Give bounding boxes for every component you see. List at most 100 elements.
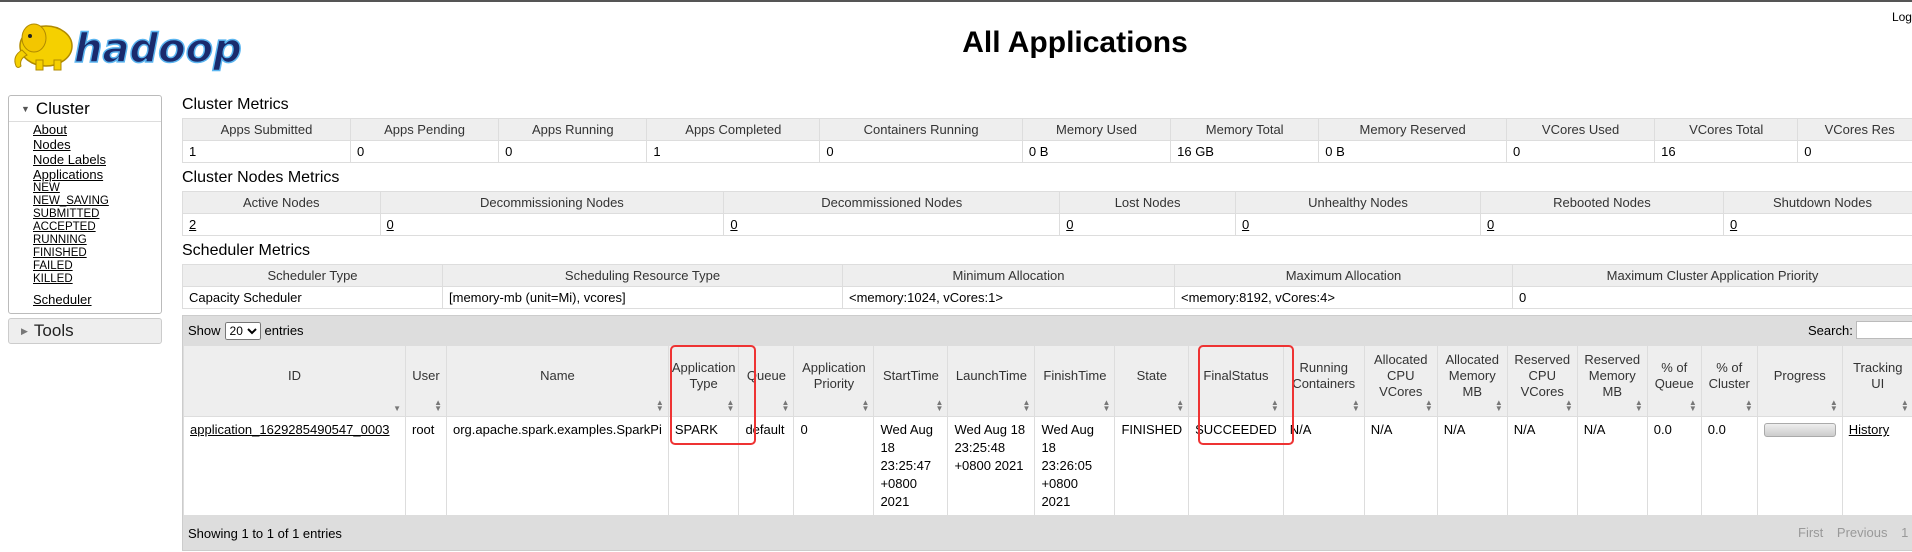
metric-value: 16 GB: [1170, 140, 1320, 163]
column-header-id[interactable]: ID ▼: [183, 345, 406, 417]
column-header-application-type[interactable]: Application Type ▲ ▼: [667, 345, 740, 417]
launch-time-cell: Wed Aug 18 23:25:48 +0800 2021: [947, 416, 1036, 516]
nav-node-labels-link[interactable]: Node Labels: [33, 152, 106, 167]
metric-header: Maximum Allocation: [1174, 264, 1513, 287]
nav-state-finished-link[interactable]: FINISHED: [33, 247, 87, 259]
unhealthy-nodes-link[interactable]: 0: [1242, 217, 1249, 232]
sort-icon: ▲ ▼: [434, 398, 442, 413]
rebooted-nodes-link[interactable]: 0: [1487, 217, 1494, 232]
shutdown-nodes-link[interactable]: 0: [1730, 217, 1737, 232]
nav-state-accepted-link[interactable]: ACCEPTED: [33, 221, 96, 233]
metric-header: Decommissioned Nodes: [723, 191, 1061, 214]
scheduler-metrics-header-row: Scheduler Type Scheduling Resource Type …: [182, 264, 1912, 287]
progress-cell: [1756, 416, 1843, 516]
metric-value: 0: [1797, 140, 1912, 163]
column-header-finish-time[interactable]: FinishTime ▲ ▼: [1034, 345, 1116, 417]
metric-header: Apps Pending: [349, 118, 500, 141]
cluster-metrics-title: Cluster Metrics: [182, 96, 289, 113]
metric-header: Containers Running: [819, 118, 1023, 141]
metric-header: Scheduling Resource Type: [442, 264, 843, 287]
start-time-cell: Wed Aug 18 23:25:47 +0800 2021: [873, 416, 949, 516]
name-cell: org.apache.spark.examples.SparkPi: [446, 416, 669, 516]
nav-nodes-link[interactable]: Nodes: [33, 137, 71, 152]
sort-icon: ▲ ▼: [1634, 398, 1643, 413]
nav-about-link[interactable]: About: [33, 122, 67, 137]
search-area: Search:: [1808, 321, 1912, 339]
pagination: First Previous 1 N: [1788, 525, 1912, 540]
active-nodes-link[interactable]: 2: [189, 217, 196, 232]
column-header-state[interactable]: State ▲ ▼: [1114, 345, 1190, 417]
finish-time-cell: Wed Aug 18 23:26:05 +0800 2021: [1034, 416, 1116, 516]
column-header-running-containers[interactable]: Running Containers ▲ ▼: [1282, 345, 1365, 417]
application-id-link[interactable]: application_1629285490547_0003: [190, 422, 390, 437]
allocated-memory-cell: N/A: [1436, 416, 1508, 516]
sort-icon: ▲ ▼: [1688, 398, 1697, 413]
nav-applications-link[interactable]: Applications: [33, 167, 103, 182]
pager-previous[interactable]: Previous: [1837, 525, 1888, 540]
metric-value: 0 B: [1021, 140, 1172, 163]
metric-header: Apps Submitted: [182, 118, 351, 141]
column-header-launch-time[interactable]: LaunchTime ▲ ▼: [947, 345, 1036, 417]
metric-header: Memory Total: [1170, 118, 1320, 141]
page-size-select[interactable]: 20: [224, 321, 261, 340]
metric-value: 0: [819, 140, 1023, 163]
column-header-allocated-cpu-vcores[interactable]: Allocated CPU VCores ▲ ▼: [1363, 345, 1438, 417]
lost-nodes-link[interactable]: 0: [1066, 217, 1073, 232]
cluster-header[interactable]: ▼ Cluster: [9, 96, 161, 122]
decommissioning-nodes-link[interactable]: 0: [387, 217, 394, 232]
column-header-user[interactable]: User ▲ ▼: [405, 345, 447, 417]
tracking-history-link[interactable]: History: [1849, 422, 1889, 437]
nav-scheduler-link[interactable]: Scheduler: [33, 292, 92, 307]
nav-state-new-saving-link[interactable]: NEW_SAVING: [33, 195, 109, 207]
table-info: Showing 1 to 1 of 1 entries: [188, 525, 342, 541]
app-state-links: NEW NEW_SAVING SUBMITTED ACCEPTED RUNNIN…: [9, 182, 161, 286]
column-header-pct-cluster[interactable]: % of Cluster ▲ ▼: [1700, 345, 1758, 417]
tools-label: Tools: [33, 321, 74, 340]
tools-menu[interactable]: ▶ Tools: [8, 318, 162, 344]
column-header-progress[interactable]: Progress ▲ ▼: [1756, 345, 1843, 417]
search-input[interactable]: [1855, 321, 1912, 339]
column-header-final-status[interactable]: FinalStatus ▲ ▼: [1188, 345, 1284, 417]
nav-state-new-link[interactable]: NEW: [33, 182, 60, 194]
top-border: [0, 0, 1912, 2]
table-footer: Showing 1 to 1 of 1 entries First Previo…: [183, 516, 1912, 550]
metric-header: Scheduler Type: [182, 264, 443, 287]
scheduler-metrics-table: Scheduler Type Scheduling Resource Type …: [182, 264, 1912, 309]
metric-header: Apps Running: [498, 118, 648, 141]
scheduler-metrics-title: Scheduler Metrics: [182, 242, 311, 259]
metric-header: VCores Res: [1797, 118, 1912, 141]
applications-table: ID ▼ User ▲ ▼ Name ▲ ▼ Application Type ▲ ▼ Que…: [183, 345, 1912, 516]
column-header-reserved-memory-mb[interactable]: Reserved Memory MB ▲ ▼: [1576, 345, 1648, 417]
pct-cluster-cell: 0.0: [1700, 416, 1758, 516]
logged-in-label: Logged: [1891, 10, 1912, 24]
column-header-reserved-cpu-vcores[interactable]: Reserved CPU VCores ▲ ▼: [1506, 345, 1578, 417]
sort-icon: ▲ ▼: [935, 398, 944, 413]
nav-state-submitted-link[interactable]: SUBMITTED: [33, 208, 99, 220]
nav-state-failed-link[interactable]: FAILED: [33, 260, 73, 272]
node-metrics-header-row: Active Nodes Decommissioning Nodes Decom…: [182, 191, 1912, 214]
metric-value: 0: [349, 140, 500, 163]
nav-state-running-link[interactable]: RUNNING: [33, 234, 87, 246]
metric-header: Minimum Allocation: [842, 264, 1175, 287]
metric-header: Memory Used: [1021, 118, 1172, 141]
column-header-pct-queue[interactable]: % of Queue ▲ ▼: [1646, 345, 1702, 417]
column-header-tracking-ui[interactable]: Tracking UI ▲ ▼: [1841, 345, 1912, 417]
user-cell: root: [405, 416, 447, 516]
decommissioned-nodes-link[interactable]: 0: [730, 217, 737, 232]
column-header-start-time[interactable]: StartTime ▲ ▼: [873, 345, 949, 417]
queue-cell: default: [738, 416, 795, 516]
column-header-name[interactable]: Name ▲ ▼: [446, 345, 669, 417]
pager-first[interactable]: First: [1798, 525, 1823, 540]
node-metrics-table: Active Nodes Decommissioning Nodes Decom…: [182, 191, 1912, 236]
column-header-application-priority[interactable]: Application Priority ▲ ▼: [793, 345, 875, 417]
running-containers-cell: N/A: [1282, 416, 1365, 516]
column-header-allocated-memory-mb[interactable]: Allocated Memory MB ▲ ▼: [1436, 345, 1508, 417]
sort-icon: ▲ ▼: [1022, 398, 1031, 413]
pager-page[interactable]: 1: [1901, 525, 1908, 540]
nav-state-killed-link[interactable]: KILLED: [33, 273, 73, 285]
metric-value: <memory:1024, vCores:1>: [842, 286, 1175, 309]
column-header-queue[interactable]: Queue ▲ ▼: [738, 345, 795, 417]
metric-header: Memory Reserved: [1318, 118, 1508, 141]
triangle-down-icon: ▼: [21, 104, 30, 114]
sort-icon: ▲ ▼: [1424, 398, 1433, 413]
